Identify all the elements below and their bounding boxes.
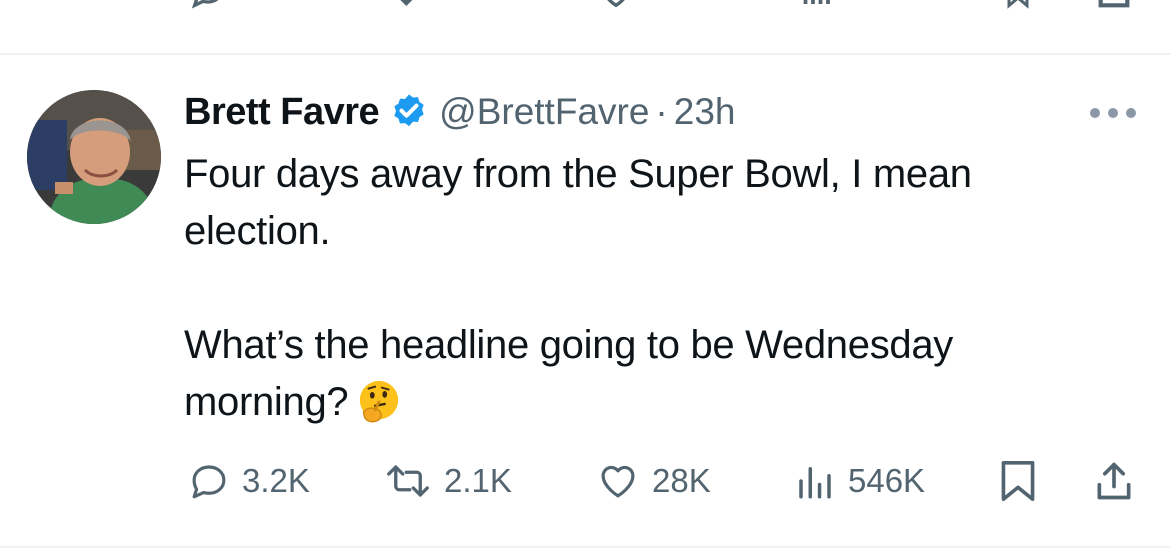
author-handle[interactable]: @BrettFavre xyxy=(439,91,649,133)
like-button[interactable]: 28K xyxy=(596,456,711,506)
header-separator: · xyxy=(655,91,668,132)
bookmark-icon xyxy=(1001,461,1035,501)
views-icon[interactable] xyxy=(798,0,834,12)
divider-bottom xyxy=(0,546,1170,548)
repost-icon[interactable] xyxy=(376,0,420,12)
bookmark-button[interactable] xyxy=(998,456,1038,506)
tweet-text: Four days away from the Super Bowl, I me… xyxy=(184,146,1104,431)
tweet-text-line2-content: What’s the headline going to be Wednesda… xyxy=(184,323,953,424)
tweet-header: Brett Favre @BrettFavre · 23h xyxy=(184,86,735,138)
views-count: 546K xyxy=(848,462,926,499)
tweet-actions: 3.2K 2.1K 28K 546K xyxy=(0,456,1170,506)
avatar-photo xyxy=(27,90,161,224)
previous-tweet-actions xyxy=(0,0,1170,12)
tweet-timestamp[interactable]: 23h xyxy=(674,91,736,133)
reply-icon[interactable] xyxy=(188,0,228,12)
tweet-text-line2: What’s the headline going to be Wednesda… xyxy=(184,317,1104,431)
heart-icon xyxy=(601,465,635,498)
share-button[interactable] xyxy=(1092,456,1136,506)
views-button[interactable]: 546K xyxy=(794,456,925,506)
share-icon xyxy=(1097,462,1131,500)
repost-icon xyxy=(387,465,429,497)
thinking-face-emoji xyxy=(360,380,399,423)
bookmark-icon[interactable] xyxy=(1000,0,1036,12)
like-count: 28K xyxy=(652,462,711,499)
divider-top xyxy=(0,53,1170,55)
tweet-text-line1: Four days away from the Super Bowl, I me… xyxy=(184,152,972,253)
author-name[interactable]: Brett Favre xyxy=(184,91,380,134)
reply-button[interactable]: 3.2K xyxy=(188,456,310,506)
repost-count: 2.1K xyxy=(444,462,512,499)
tweet-page: Brett Favre @BrettFavre · 23h Four days … xyxy=(0,0,1170,556)
views-icon xyxy=(799,467,831,499)
avatar[interactable] xyxy=(27,90,161,224)
heart-icon[interactable] xyxy=(596,0,636,12)
repost-button[interactable]: 2.1K xyxy=(384,456,512,506)
share-icon[interactable] xyxy=(1094,0,1134,12)
verified-badge-icon xyxy=(394,94,424,127)
reply-count: 3.2K xyxy=(242,462,310,499)
more-dots-icon[interactable] xyxy=(1089,103,1137,123)
reply-icon xyxy=(192,465,226,499)
